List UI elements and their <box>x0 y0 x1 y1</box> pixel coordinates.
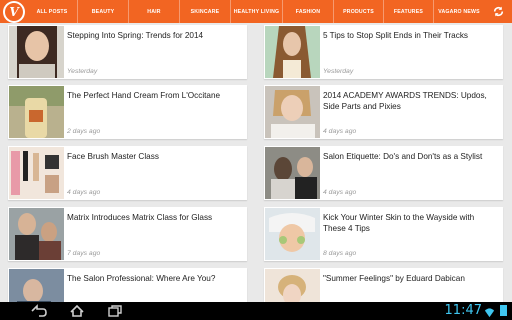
article-title: 5 Tips to Stop Split Ends in Their Track… <box>323 31 469 40</box>
vagaro-logo[interactable]: V <box>3 0 25 23</box>
system-navigation-bar: 11:47 <box>0 302 512 320</box>
article-card[interactable]: Stepping Into Spring: Trends for 2014 Ye… <box>8 25 247 79</box>
wifi-icon <box>484 305 495 320</box>
article-title: The Salon Professional: Where Are You? <box>67 274 216 283</box>
tab-vagaro-news[interactable]: VAGARO NEWS <box>433 0 484 23</box>
back-icon[interactable] <box>30 304 48 318</box>
tab-hair[interactable]: HAIR <box>128 0 179 23</box>
article-card[interactable]: 2014 ACADEMY AWARDS TRENDS: Updos, Side … <box>264 85 503 139</box>
article-title: Face Brush Master Class <box>67 152 159 161</box>
article-thumbnail <box>9 86 64 138</box>
article-thumbnail <box>265 26 320 78</box>
article-time: Yesterday <box>67 68 98 75</box>
tab-features[interactable]: FEATURES <box>383 0 433 23</box>
tab-products[interactable]: PRODUCTS <box>333 0 383 23</box>
article-card[interactable]: Matrix Introduces Matrix Class for Glass… <box>8 207 247 261</box>
article-title: Matrix Introduces Matrix Class for Glass <box>67 213 213 222</box>
article-title: 2014 ACADEMY AWARDS TRENDS: Updos, Side … <box>323 91 487 111</box>
article-card[interactable]: Face Brush Master Class 4 days ago <box>8 146 247 200</box>
article-card[interactable]: The Perfect Hand Cream From L'Occitane 2… <box>8 85 247 139</box>
article-thumbnail <box>265 86 320 138</box>
article-title: Salon Etiquette: Do's and Don'ts as a St… <box>323 152 483 161</box>
logo-inner: V <box>5 2 23 21</box>
article-time: 7 days ago <box>67 250 101 257</box>
tab-healthy-living[interactable]: HEALTHY LIVING <box>230 0 282 23</box>
article-time: 4 days ago <box>323 128 357 135</box>
status-clock: 11:47 <box>444 303 482 318</box>
article-time: 2 days ago <box>67 128 101 135</box>
logo-letter: V <box>9 4 19 19</box>
article-card[interactable]: Salon Etiquette: Do's and Don'ts as a St… <box>264 146 503 200</box>
article-title: "Summer Feelings" by Eduard Dabican <box>323 274 465 283</box>
article-time: Yesterday <box>323 68 354 75</box>
article-card[interactable]: 5 Tips to Stop Split Ends in Their Track… <box>264 25 503 79</box>
tab-fashion[interactable]: FASHION <box>282 0 333 23</box>
article-time: 4 days ago <box>323 189 357 196</box>
tab-all-posts[interactable]: ALL POSTS <box>27 0 77 23</box>
article-time: 8 days ago <box>323 250 357 257</box>
battery-icon <box>500 305 507 316</box>
article-title: Stepping Into Spring: Trends for 2014 <box>67 31 204 40</box>
article-thumbnail <box>9 26 64 78</box>
recent-apps-icon[interactable] <box>106 304 124 318</box>
top-navigation-bar: V ALL POSTS BEAUTY HAIR SKINCARE HEALTHY… <box>0 0 512 23</box>
article-title: The Perfect Hand Cream From L'Occitane <box>67 91 221 100</box>
tab-skincare[interactable]: SKINCARE <box>179 0 230 23</box>
refresh-icon[interactable] <box>489 2 508 21</box>
article-thumbnail <box>9 208 64 260</box>
article-thumbnail <box>265 208 320 260</box>
home-icon[interactable] <box>68 304 86 318</box>
article-card[interactable]: Kick Your Winter Skin to the Wayside wit… <box>264 207 503 261</box>
article-thumbnail <box>9 147 64 199</box>
article-thumbnail <box>265 147 320 199</box>
article-title: Kick Your Winter Skin to the Wayside wit… <box>323 213 475 233</box>
article-time: 4 days ago <box>67 189 101 196</box>
category-tabs: ALL POSTS BEAUTY HAIR SKINCARE HEALTHY L… <box>27 0 484 23</box>
tab-beauty[interactable]: BEAUTY <box>77 0 128 23</box>
